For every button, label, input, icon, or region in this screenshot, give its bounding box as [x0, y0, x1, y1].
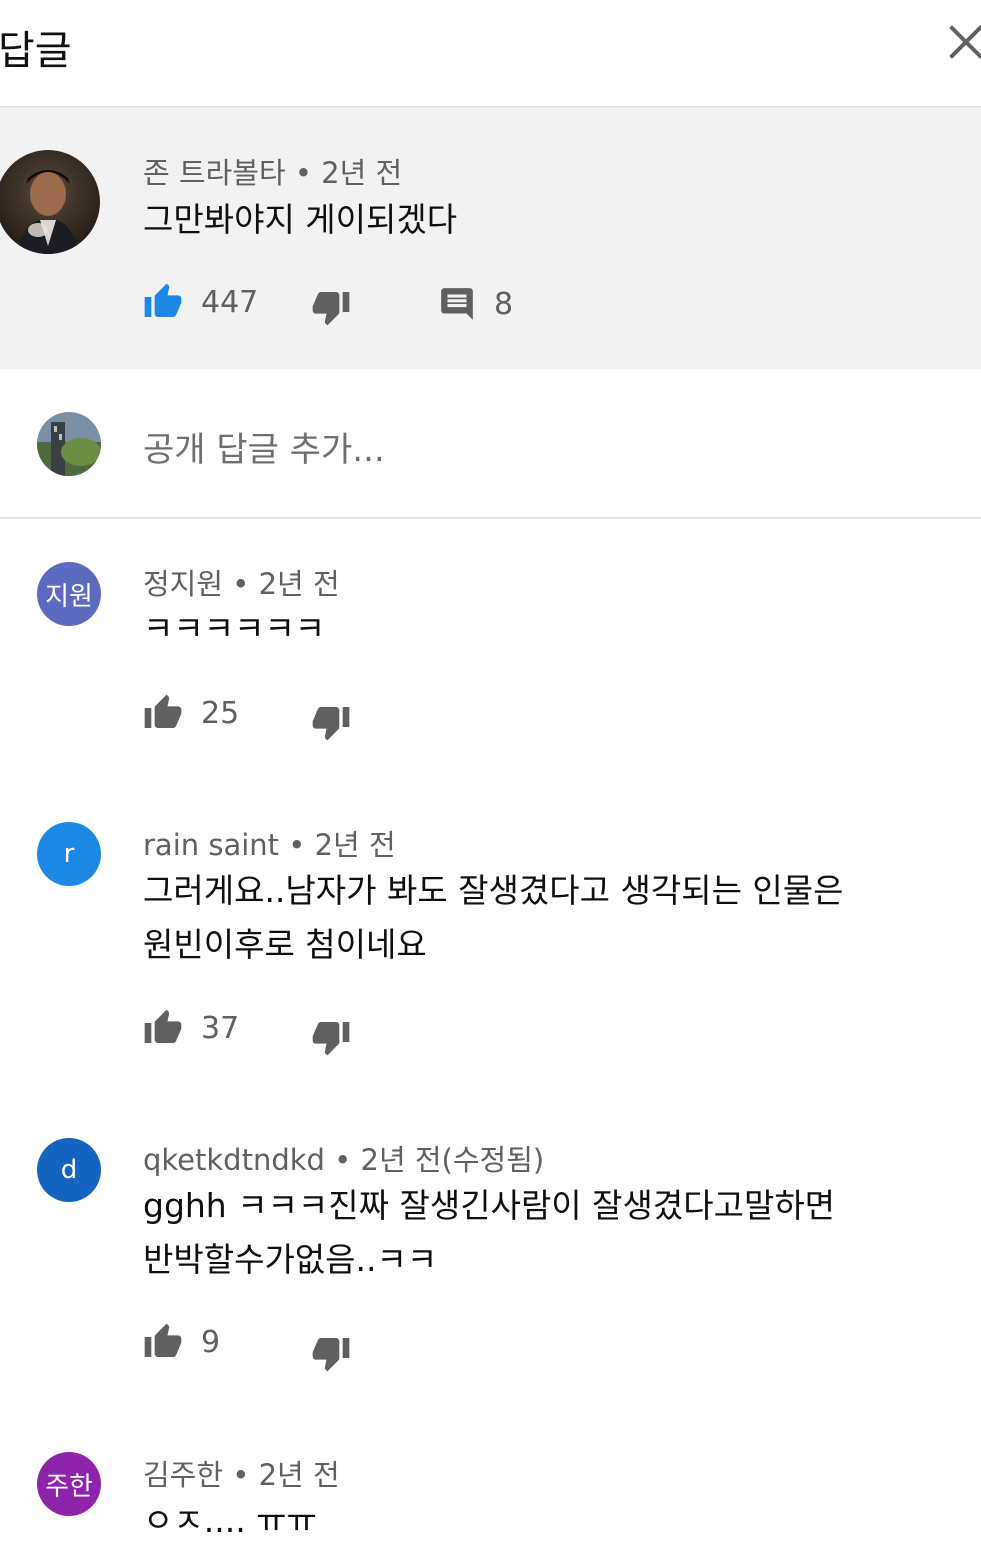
add-reply-input[interactable]: 공개 답글 추가... [143, 422, 385, 471]
thumbs-up-icon [144, 694, 182, 728]
timestamp[interactable]: 2년 전 [259, 567, 340, 601]
avatar[interactable]: 지원 [37, 562, 101, 626]
thumbs-down-icon [312, 1022, 350, 1056]
avatar-initials: 주한 [45, 1471, 93, 1502]
comment-text-line: 원빈이후로 첨이네요 [143, 925, 427, 964]
user-avatar-photo [37, 412, 101, 476]
author-name[interactable]: 존 트라볼타 [143, 156, 286, 190]
timestamp[interactable]: 2년 전(수정됨) [361, 1143, 545, 1177]
reply-count: 8 [494, 286, 514, 322]
timestamp[interactable]: 2년 전 [315, 828, 396, 862]
comment-text: ㅋㅋㅋㅋㅋㅋ [143, 609, 326, 648]
avatar[interactable]: r [37, 822, 101, 886]
separator-dot: • [288, 828, 306, 862]
dislike-button[interactable] [311, 702, 351, 742]
avatar-initials: r [63, 839, 75, 869]
dislike-button[interactable] [311, 1333, 351, 1373]
separator-dot: • [232, 1458, 250, 1492]
parent-comment: 존 트라볼타 • 2년 전 그만봐야지 게이되겠다 447 8 [0, 107, 981, 369]
like-button[interactable]: 37 [143, 1008, 239, 1048]
avatar-photo [0, 150, 100, 254]
author-name[interactable]: 김주한 [143, 1458, 223, 1492]
avatar[interactable]: 주한 [37, 1452, 101, 1516]
close-icon [949, 25, 981, 59]
page-title: 답글 [0, 28, 72, 74]
author-name[interactable]: rain saint [143, 828, 279, 862]
like-button[interactable]: 25 [143, 693, 239, 733]
like-count: 9 [201, 1324, 221, 1360]
replies-header: 답글 [0, 0, 981, 107]
dislike-button[interactable] [311, 1017, 351, 1057]
comment-meta: 김주한 • 2년 전 [143, 1452, 340, 1494]
avatar-initials: 지원 [45, 581, 93, 612]
avatar[interactable]: d [37, 1138, 101, 1202]
author-name[interactable]: qketkdtndkd [143, 1143, 325, 1177]
like-button[interactable]: 447 [143, 282, 258, 322]
comment-meta: rain saint • 2년 전 [143, 822, 396, 864]
reply-count-button[interactable]: 8 [438, 285, 513, 323]
separator-dot: • [232, 567, 250, 601]
comment-text: 그만봐야지 게이되겠다 [143, 200, 458, 239]
separator-dot: • [294, 156, 312, 190]
comment-meta: qketkdtndkd • 2년 전(수정됨) [143, 1137, 544, 1179]
thumbs-down-icon [312, 292, 350, 326]
like-count: 25 [201, 695, 240, 731]
separator-dot: • [334, 1143, 352, 1177]
avatar-initials: d [60, 1155, 78, 1185]
avatar[interactable] [0, 150, 100, 254]
comment-text-line: 그러게요..남자가 봐도 잘생겼다고 생각되는 인물은 [143, 871, 844, 910]
thumbs-up-icon [144, 283, 182, 317]
like-button[interactable]: 9 [143, 1322, 220, 1362]
comment-text-line: 반박할수가없음..ㅋㅋ [143, 1240, 438, 1279]
comment-meta: 존 트라볼타 • 2년 전 [143, 150, 402, 192]
like-count: 37 [201, 1010, 240, 1046]
comment-text: ㅇㅈ.... ㅠㅠ [143, 1501, 317, 1540]
close-button[interactable] [946, 22, 981, 62]
thumbs-up-icon [144, 1323, 182, 1357]
add-reply-row: 공개 답글 추가... [0, 370, 981, 519]
thumbs-down-icon [312, 1338, 350, 1372]
thumbs-down-icon [312, 707, 350, 741]
like-count: 447 [201, 284, 259, 320]
timestamp[interactable]: 2년 전 [321, 156, 402, 190]
comment-meta: 정지원 • 2년 전 [143, 561, 340, 603]
comment-icon [441, 288, 473, 320]
thumbs-up-icon [144, 1009, 182, 1043]
author-name[interactable]: 정지원 [143, 567, 223, 601]
user-avatar [37, 412, 101, 476]
dislike-button[interactable] [311, 287, 351, 327]
comment-text-line: gghh ㅋㅋㅋ진짜 잘생긴사람이 잘생겼다고말하면 [143, 1186, 836, 1225]
timestamp[interactable]: 2년 전 [259, 1458, 340, 1492]
